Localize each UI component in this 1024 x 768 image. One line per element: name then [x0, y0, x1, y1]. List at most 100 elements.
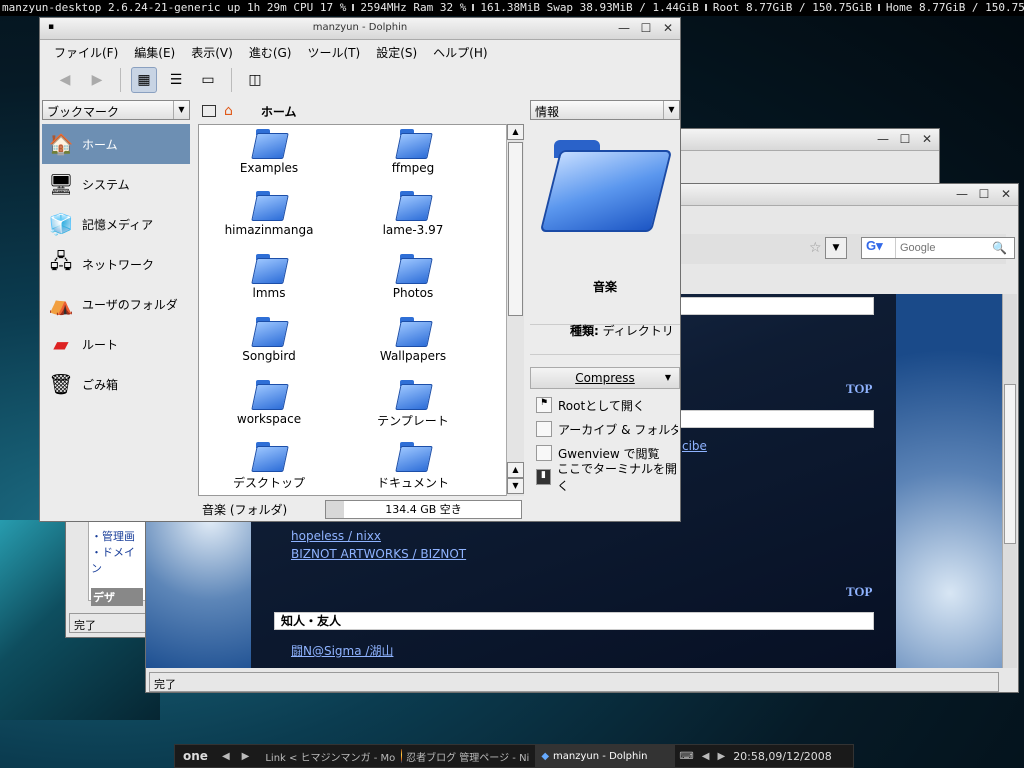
place-home[interactable]: 🏠 ホーム — [42, 124, 190, 164]
search-icon[interactable]: 🔍 — [992, 241, 1007, 255]
folder-item[interactable]: ドキュメント — [343, 442, 483, 491]
keyboard-icon[interactable]: ⌨ — [675, 751, 697, 762]
menu-tools[interactable]: ツール(T) — [299, 40, 368, 62]
conky-ram: 161.38MiB Swap 38.93MiB / 1.44GiB — [480, 1, 699, 14]
bookmark-star-icon[interactable]: ☆ — [809, 240, 822, 256]
side-link[interactable]: ・管理画 — [91, 528, 143, 544]
place-system[interactable]: 🖥 システム — [42, 164, 190, 204]
folder-item[interactable]: workspace — [199, 380, 339, 426]
conky-cpu-freq: 2594MHz Ram 32 % — [360, 1, 467, 14]
maximize-icon[interactable]: ☐ — [978, 187, 990, 201]
place-network[interactable]: 🖧 ネットワーク — [42, 244, 190, 284]
place-trash[interactable]: 🗑 ごみ箱 — [42, 364, 190, 404]
folder-icon — [252, 191, 286, 221]
scrollbar-thumb[interactable] — [508, 142, 523, 316]
preview-button[interactable]: ▭ — [195, 67, 221, 93]
dolphin-window[interactable]: ▪ manzyun - Dolphin — ☐ ✕ ファイル(F) 編集(E) 表示… — [39, 17, 681, 522]
red-folder-icon: ▰ — [53, 332, 69, 356]
scrollbar-thumb[interactable] — [1004, 384, 1016, 544]
folder-item[interactable]: lame-3.97 — [343, 191, 483, 237]
task-dolphin[interactable]: ◆ manzyun - Dolphin — [535, 745, 676, 767]
link-hopeless[interactable]: hopeless / nixx — [291, 529, 381, 543]
compress-button[interactable]: Compress ▼ — [530, 367, 680, 389]
minimize-icon[interactable]: — — [618, 21, 630, 35]
place-users[interactable]: ⛺ ユーザのフォルダ — [42, 284, 190, 324]
menu-edit[interactable]: 編集(E) — [126, 40, 183, 62]
side-link[interactable]: ・ドメイン — [91, 544, 143, 576]
search-box[interactable]: G▾ 🔍 — [861, 237, 1015, 259]
firefox-icon — [401, 749, 403, 763]
place-label: ルート — [82, 337, 119, 352]
task-firefox-2[interactable]: 忍者ブログ 管理ページ - Ni — [395, 745, 535, 767]
close-icon[interactable]: ✕ — [662, 21, 674, 35]
info-combo[interactable]: 情報 ▼ — [530, 100, 680, 120]
maximize-icon[interactable]: ☐ — [640, 21, 652, 35]
prev-task-icon[interactable]: ◀ — [698, 751, 714, 762]
google-icon[interactable]: G▾ — [862, 238, 896, 258]
terminal-icon: ▮ — [536, 469, 552, 485]
menu-view[interactable]: 表示(V) — [183, 40, 241, 62]
menu-file[interactable]: ファイル(F) — [46, 40, 126, 62]
place-storage[interactable]: 🧊 記憶メディア — [42, 204, 190, 244]
link-biznot[interactable]: BIZNOT ARTWORKS / BIZNOT — [291, 547, 466, 561]
menu-settings[interactable]: 設定(S) — [368, 40, 425, 62]
minimize-icon[interactable]: — — [956, 187, 968, 201]
friend-link[interactable]: 闘N@Sigma /湖山 — [291, 642, 393, 659]
folder-item[interactable]: Examples — [199, 129, 339, 175]
prev-workspace-icon[interactable]: ◀ — [216, 751, 236, 762]
action-archive[interactable]: アーカイブ & フォルダを — [530, 417, 680, 441]
forward-button[interactable]: ▶ — [84, 67, 110, 93]
task-label: manzyun - Dolphin — [553, 750, 648, 762]
folder-item[interactable]: ffmpeg — [343, 129, 483, 175]
storage-cubes-icon: 🧊 — [48, 212, 74, 236]
place-root[interactable]: ▰ ルート — [42, 324, 190, 364]
action-terminal[interactable]: ▮ ここでターミナルを開く — [530, 462, 680, 493]
next-workspace-icon[interactable]: ▶ — [236, 751, 256, 762]
maximize-icon[interactable]: ☐ — [899, 132, 911, 146]
folder-item[interactable]: デスクトップ — [199, 442, 339, 491]
breadcrumb-home[interactable]: ホーム — [261, 103, 297, 120]
minimize-icon[interactable]: — — [877, 132, 889, 146]
menu-help[interactable]: ヘルプ(H) — [425, 40, 495, 62]
partial-link[interactable]: cibe — [682, 439, 707, 453]
folder-item[interactable]: Songbird — [199, 317, 339, 363]
folder-item[interactable]: テンプレート — [343, 380, 483, 429]
places-combo-label: ブックマーク — [47, 105, 120, 119]
titlebar[interactable]: ▪ manzyun - Dolphin — ☐ ✕ — [40, 18, 680, 40]
top-link[interactable]: TOP — [846, 381, 873, 397]
toggle-editable-icon[interactable] — [202, 105, 216, 117]
info-panel: 音楽 種類: ディレクトリ Compress ▼ ⚑ Rootとして開く アーカイ… — [530, 124, 680, 520]
icon-view-scrollbar[interactable]: ▲ ▲ ▼ — [506, 124, 524, 496]
scroll-down-button[interactable]: ▼ — [507, 478, 524, 494]
action-open-as-root[interactable]: ⚑ Rootとして開く — [530, 393, 680, 417]
place-label: ホーム — [82, 137, 118, 152]
back-button[interactable]: ◀ — [52, 67, 78, 93]
action-label: アーカイブ & フォルダを — [558, 422, 678, 437]
file-icon-view[interactable]: Examples ffmpeg himazinmanga lame-3.97 l… — [198, 124, 524, 496]
close-icon[interactable]: ✕ — [921, 132, 933, 146]
menu-go[interactable]: 進む(G) — [241, 40, 300, 62]
folder-item[interactable]: Wallpapers — [343, 317, 483, 363]
folder-item[interactable]: himazinmanga — [199, 191, 339, 237]
close-icon[interactable]: ✕ — [1000, 187, 1012, 201]
url-dropdown[interactable]: ▼ — [825, 237, 847, 259]
archive-icon — [536, 421, 552, 437]
scroll-up-button[interactable]: ▲ — [507, 124, 524, 140]
icons-view-button[interactable]: ▦ — [131, 67, 157, 93]
action-label: Rootとして開く — [558, 398, 645, 413]
home-icon[interactable]: ⌂ — [224, 103, 233, 119]
split-view-button[interactable]: ◫ — [242, 67, 268, 93]
folder-item[interactable]: Photos — [343, 254, 483, 300]
side-label: デザ — [91, 588, 143, 606]
places-combo[interactable]: ブックマーク ▼ — [42, 100, 190, 120]
folder-label: ドキュメント — [376, 476, 449, 490]
scroll-up-button-lower[interactable]: ▲ — [507, 462, 524, 478]
workspace-label[interactable]: one — [175, 749, 216, 763]
folder-item[interactable]: lmms — [199, 254, 339, 300]
details-view-button[interactable]: ☰ — [163, 67, 189, 93]
next-task-icon[interactable]: ▶ — [713, 751, 729, 762]
search-input[interactable] — [896, 242, 992, 254]
task-firefox-1[interactable]: Link < ヒマジンマンガ - Mozi — [255, 745, 395, 767]
top-link[interactable]: TOP — [846, 584, 873, 600]
folder-label: Examples — [239, 161, 299, 175]
